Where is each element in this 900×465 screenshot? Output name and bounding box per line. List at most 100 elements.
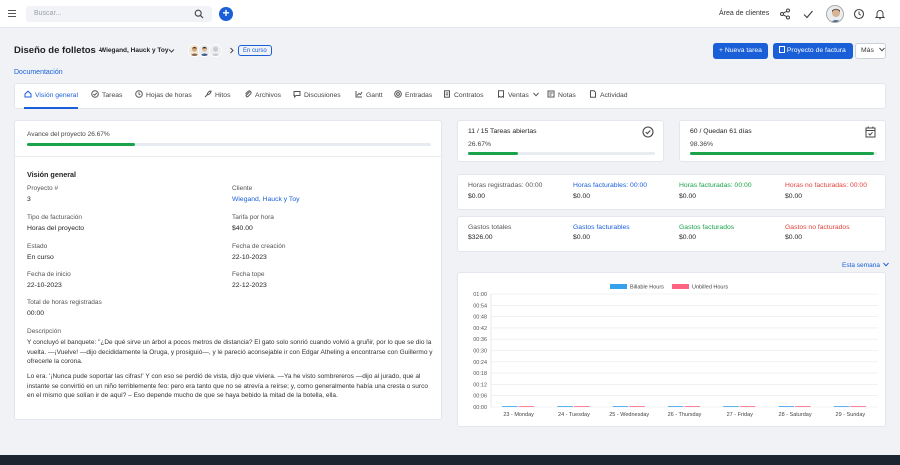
tab-overview[interactable]: Visión general	[24, 84, 78, 109]
search-icon[interactable]	[194, 9, 204, 19]
created-value: 22-10-2023	[232, 254, 267, 261]
billed-hours-label: Horas facturadas: 00:00	[679, 182, 752, 189]
user-avatar[interactable]	[826, 5, 844, 23]
billing-type-label: Tipo de facturación	[27, 214, 83, 221]
tab-label: Notas	[558, 92, 576, 99]
total-hours-value: 00:00	[27, 310, 45, 317]
more-dropdown[interactable]: Más	[855, 43, 886, 59]
tab-label: Archivos	[255, 92, 282, 99]
bar	[518, 406, 535, 407]
search-input[interactable]: Buscar...	[26, 6, 212, 22]
billable-hours-label: Horas facturables: 00:00	[573, 182, 648, 189]
bell-icon[interactable]	[874, 8, 886, 20]
document-icon	[779, 46, 785, 53]
new-task-button[interactable]: + Nueva tarea	[713, 43, 768, 59]
footer-bar	[0, 455, 900, 465]
open-tasks-percent: 26.67%	[468, 141, 492, 148]
client-area-link[interactable]: Área de clientes	[719, 10, 769, 17]
rocket-icon	[204, 90, 212, 98]
paperclip-icon	[245, 90, 252, 98]
total-expenses-value: $326.00	[468, 234, 493, 241]
quick-add-button[interactable]: +	[219, 7, 233, 21]
y-tick-label: 01:00	[473, 292, 487, 298]
timesheet-chart-card: 00:00 00:06 00:12 00:18 00:24 00:30 00:36 00:42…	[457, 272, 886, 427]
file-icon	[590, 90, 596, 98]
status-value: En curso	[27, 254, 54, 261]
bar	[833, 406, 850, 407]
status-badge: En curso	[238, 45, 272, 56]
y-tick-label: 00:54	[473, 303, 487, 309]
tab-contracts[interactable]: Contratos	[443, 84, 483, 109]
check-icon[interactable]	[802, 8, 814, 20]
bar	[795, 406, 811, 407]
header-client-name[interactable]: Wiegand, Hauck y Toy	[100, 47, 168, 54]
tab-tickets[interactable]: Entradas	[394, 84, 432, 109]
expenses-summary-card: Gastos totales $326.00 Gastos facturable…	[457, 216, 886, 252]
tab-milestones[interactable]: Hitos	[204, 84, 231, 109]
description-paragraph: Y concluyó el banquete: "¿De qué sirve u…	[27, 339, 433, 365]
chevron-right-icon	[230, 47, 234, 54]
legend-label: Billable Hours	[630, 285, 664, 291]
bar	[573, 406, 590, 407]
y-tick-label: 00:48	[473, 315, 487, 321]
documentation-link[interactable]: Documentación	[14, 69, 63, 76]
tab-notes[interactable]: Notas	[547, 84, 576, 109]
y-tick-label: 00:36	[473, 337, 487, 343]
bar	[629, 406, 645, 407]
y-tick-label: 00:00	[473, 405, 487, 411]
unbilled-hours-value: $0.00	[785, 193, 803, 200]
invoice-project-button[interactable]: Proyecto de factura	[773, 43, 853, 59]
billable-expenses-label: Gastos facturables	[573, 224, 630, 231]
rate-value: $40.00	[232, 225, 253, 232]
chevron-down-icon	[883, 262, 889, 267]
tab-files[interactable]: Archivos	[244, 84, 281, 109]
start-value: 22-10-2023	[27, 282, 62, 289]
y-tick-label: 00:12	[473, 382, 487, 388]
menu-icon[interactable]	[8, 10, 16, 19]
tab-label: Contratos	[454, 92, 484, 99]
x-tick-label: 24 - Tuesday	[558, 412, 590, 418]
billable-expenses-value: $0.00	[573, 234, 591, 241]
overview-card: Avance del proyecto 26.67% Visión genera…	[14, 120, 443, 420]
bar	[850, 406, 866, 407]
deadline-value: 22-12-2023	[232, 282, 267, 289]
bar	[739, 406, 756, 407]
tab-label: Visión general	[35, 92, 78, 99]
tab-label: Discusiones	[304, 92, 341, 99]
tab-gantt[interactable]: Gantt	[355, 84, 383, 109]
tab-sales[interactable]: Ventas	[497, 84, 539, 109]
y-tick-label: 00:24	[473, 360, 487, 366]
check-circle-icon	[91, 90, 99, 98]
days-progress-fill	[690, 152, 874, 155]
billing-type-value: Horas del proyecto	[27, 225, 85, 232]
chevron-down-icon[interactable]	[168, 47, 175, 54]
tab-timesheets[interactable]: Hojas de horas	[135, 84, 192, 109]
project-no-label: Proyecto #	[27, 185, 59, 192]
bar	[502, 406, 518, 407]
tab-activity[interactable]: Actividad	[589, 84, 628, 109]
week-filter-dropdown[interactable]: Esta semana	[842, 262, 889, 269]
total-expenses-label: Gastos totales	[468, 224, 512, 231]
chevron-down-icon	[532, 92, 539, 97]
tab-discussions[interactable]: Discusiones	[293, 84, 341, 109]
tab-label: Entradas	[405, 92, 433, 99]
page-title: Diseño de folletos -	[14, 45, 102, 56]
logged-hours-value: $0.00	[468, 193, 486, 200]
billed-expenses-label: Gastos facturados	[679, 224, 735, 231]
share-icon[interactable]	[779, 8, 791, 20]
progress-fill	[27, 143, 135, 146]
member-avatar[interactable]	[209, 44, 222, 57]
bar	[612, 406, 629, 407]
project-progress-bar	[27, 143, 431, 146]
invoice-project-label: Proyecto de factura	[786, 47, 846, 54]
bar	[778, 406, 795, 407]
clock-icon[interactable]	[853, 8, 865, 20]
bar	[684, 406, 701, 407]
tab-tasks[interactable]: Tareas	[91, 84, 122, 109]
client-label: Cliente	[232, 185, 253, 192]
billed-expenses-value: $0.00	[679, 234, 697, 241]
logged-hours-label: Horas registradas: 00:00	[468, 182, 543, 189]
document-icon	[444, 90, 450, 98]
client-link[interactable]: Wiegand, Hauck y Toy	[232, 196, 300, 203]
x-tick-label: 27 - Friday	[727, 412, 754, 418]
